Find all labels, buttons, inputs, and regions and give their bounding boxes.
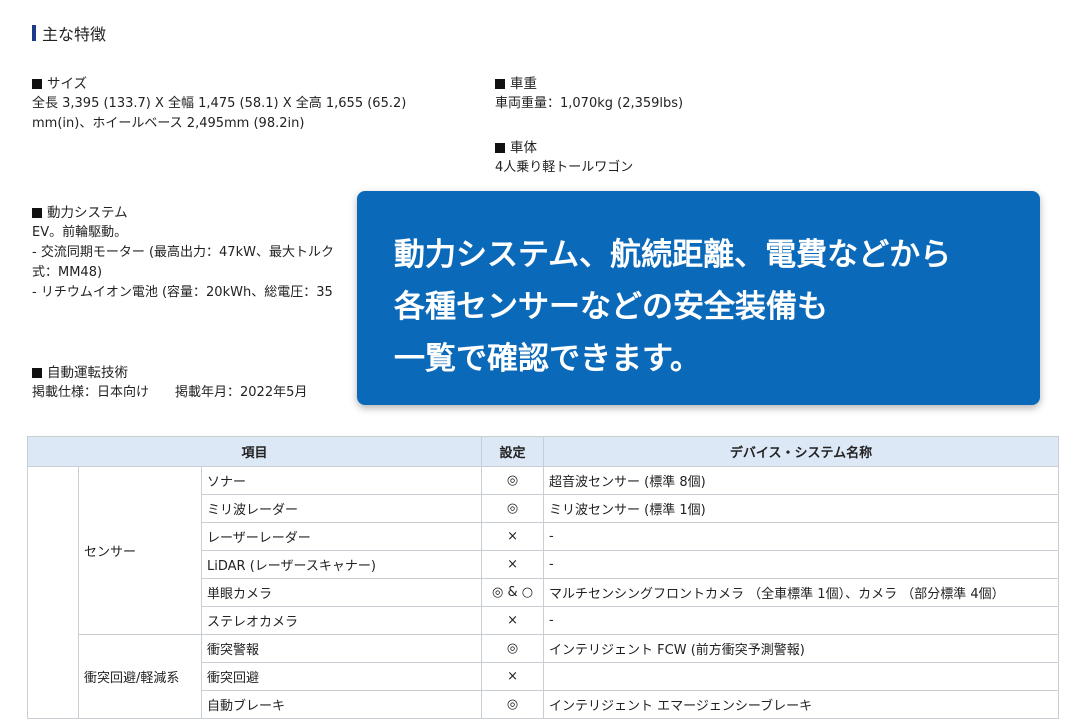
spec-body-type-body: 4人乗り軽トールワゴン [495, 160, 634, 175]
table-row: 衝突回避/軽減系 衝突警報 ◎ インテリジェント FCW (前方衝突予測警報) [28, 634, 1060, 719]
row-setting: ◎ [481, 634, 545, 663]
row-setting: ◎ [481, 494, 545, 523]
row-device: ミリ波センサー (標準 1個) [543, 494, 1060, 523]
row-device: マルチセンシングフロントカメラ （全車標準 1個）、カメラ （部分標準 4個） [543, 578, 1060, 607]
callout-banner: 動力システム、航続距離、電費などから 各種センサーなどの安全装備も 一覧で確認で… [357, 191, 1040, 405]
spec-weight-title: 車重 [510, 76, 537, 92]
page-heading: 主な特徴 [32, 21, 106, 45]
row-item: 自動ブレーキ [200, 690, 483, 719]
square-bullet-icon [32, 79, 42, 89]
spec-power-title: 動力システム [47, 205, 128, 221]
table-header-row: 項目 設定 デバイス・システム名称 [26, 436, 1060, 467]
row-device: - [543, 550, 1060, 579]
row-item: LiDAR (レーザースキャナー) [200, 550, 483, 579]
spec-size: サイズ 全長 3,395 (133.7) X 全幅 1,475 (58.1) X… [32, 74, 462, 134]
row-item: 衝突回避 [200, 662, 483, 691]
row-device: 超音波センサー (標準 8個) [543, 466, 1060, 495]
row-item: レーザーレーダー [200, 522, 483, 551]
row-device: - [543, 522, 1060, 551]
row-item: ソナー [200, 466, 483, 495]
spec-weight: 車重 車両重量：1,070kg (2,359lbs) [495, 74, 895, 114]
row-device: インテリジェント エマージェンシーブレーキ [543, 690, 1060, 719]
header-device: デバイス・システム名称 [543, 436, 1060, 467]
row-item: 衝突警報 [200, 634, 483, 663]
square-bullet-icon [32, 368, 42, 378]
spec-weight-body: 車両重量：1,070kg (2,359lbs) [495, 96, 684, 111]
heading-text: 主な特徴 [42, 25, 107, 44]
row-item: 単眼カメラ [200, 578, 483, 607]
spec-body-type: 車体 4人乗り軽トールワゴン [495, 138, 895, 178]
table-row: センサー ソナー ◎ 超音波センサー (標準 8個) [27, 466, 1060, 719]
heading-accent-bar [32, 25, 36, 41]
row-setting: ◎ & ○ [481, 578, 545, 607]
features-table: 項目 設定 デバイス・システム名称 センサー ソナー ◎ 超音波センサー (標準… [26, 436, 1060, 719]
group-sensor: センサー [78, 466, 202, 635]
row-setting: × [481, 550, 545, 579]
callout-line-1: 動力システム、航続距離、電費などから [394, 237, 952, 273]
row-device: インテリジェント FCW (前方衝突予測警報) [543, 634, 1060, 663]
spec-size-body: 全長 3,395 (133.7) X 全幅 1,475 (58.1) X 全高 … [32, 96, 407, 131]
callout-line-3: 一覧で確認できます。 [394, 341, 701, 377]
row-setting: ◎ [481, 690, 545, 719]
spec-body-type-title: 車体 [510, 140, 537, 156]
group-collision: 衝突回避/軽減系 [78, 634, 202, 719]
spec-size-title: サイズ [47, 76, 88, 92]
category-cell [27, 466, 79, 719]
row-item: ミリ波レーダー [200, 494, 483, 523]
row-setting: × [481, 662, 545, 691]
row-device: - [543, 606, 1060, 635]
header-item: 項目 [26, 436, 483, 467]
row-setting: × [481, 522, 545, 551]
square-bullet-icon [495, 79, 505, 89]
row-setting: × [481, 606, 545, 635]
square-bullet-icon [32, 208, 42, 218]
square-bullet-icon [495, 143, 505, 153]
callout-line-2: 各種センサーなどの安全装備も [394, 289, 828, 325]
row-item: ステレオカメラ [200, 606, 483, 635]
row-setting: ◎ [481, 466, 545, 495]
spec-auto-title: 自動運転技術 [47, 365, 128, 381]
header-setting: 設定 [481, 436, 545, 467]
row-device [543, 662, 1060, 691]
